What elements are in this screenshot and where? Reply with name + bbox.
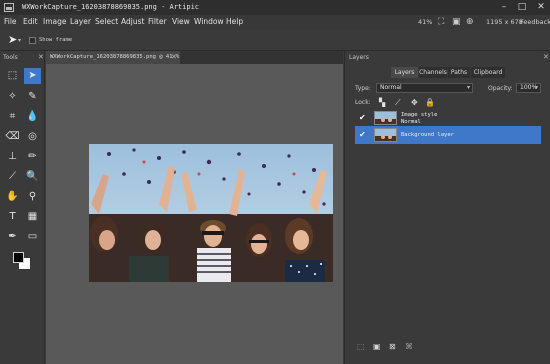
pencil-icon[interactable]: ✏ xyxy=(24,149,41,165)
eyedropper-icon[interactable]: ⟋ xyxy=(4,169,21,185)
menu-select[interactable]: Select xyxy=(95,17,118,26)
canvas-area[interactable] xyxy=(46,64,343,364)
zoom-in-icon[interactable]: ⊕ xyxy=(466,17,474,27)
blend-mode-value: Normal xyxy=(380,84,402,91)
app-window: WXWorkCapture_16203878869835.png - Artip… xyxy=(0,0,550,364)
feedback-link[interactable]: Feedback xyxy=(520,18,550,26)
menu-bar: File Edit Image Layer Select Adjust Filt… xyxy=(0,15,550,29)
new-layer-icon[interactable]: ⬚ xyxy=(357,342,365,351)
layer-thumbnail xyxy=(374,111,397,125)
tab-channels[interactable]: Channels xyxy=(419,67,447,78)
lock-move-icon[interactable]: ✥ xyxy=(411,98,418,107)
layer-row-background[interactable]: ✔ Background layer xyxy=(355,126,541,144)
layer-row-image-style[interactable]: ✔ Image style Normal xyxy=(355,109,541,127)
layers-panel-title: Layers xyxy=(349,54,369,61)
magic-wand-icon[interactable]: ✧ xyxy=(4,89,21,105)
lock-label: Lock: xyxy=(355,99,371,106)
rectangle-shape-icon[interactable]: ▭ xyxy=(24,229,41,245)
visibility-check-icon[interactable]: ✔ xyxy=(359,113,366,122)
party-confetti-photo xyxy=(89,144,333,282)
opacity-label: Opacity: xyxy=(488,85,513,92)
tab-layers[interactable]: Layers xyxy=(391,67,418,78)
blur-icon[interactable]: ◎ xyxy=(24,129,41,145)
menu-edit[interactable]: Edit xyxy=(23,17,38,26)
text-icon[interactable]: T xyxy=(4,209,21,225)
visibility-check-icon[interactable]: ✔ xyxy=(359,130,366,139)
drop-icon[interactable]: 💧 xyxy=(24,109,41,125)
lock-brush-icon[interactable]: ⟋ xyxy=(395,98,401,107)
delete-layer-icon[interactable]: ⊠ xyxy=(389,342,396,351)
stamp-icon[interactable]: ⊥ xyxy=(4,149,21,165)
layer-name: Image style xyxy=(401,112,438,118)
document-tab[interactable]: WXWorkCapture_16203878869835.png @ 41 % … xyxy=(46,51,180,64)
tools-title: Tools xyxy=(3,54,18,61)
move-tool-icon: ➤ xyxy=(8,33,18,46)
crop-icon[interactable]: ⌗ xyxy=(4,109,21,125)
menu-adjust[interactable]: Adjust xyxy=(121,17,144,26)
hand-icon[interactable]: ✋ xyxy=(4,189,21,205)
minimize-icon[interactable]: – xyxy=(498,2,510,13)
blend-mode-select[interactable]: Normal ▾ xyxy=(376,83,473,93)
menu-help[interactable]: Help xyxy=(226,17,243,26)
options-bar: ➤ ▾ Show frame xyxy=(0,29,550,51)
pen-icon[interactable]: ✒ xyxy=(4,229,21,245)
layer-thumbnail xyxy=(374,128,397,142)
document-tab-bar: WXWorkCapture_16203878869835.png @ 41 % … xyxy=(46,51,343,64)
new-group-icon[interactable]: ▣ xyxy=(373,342,381,351)
maximize-icon[interactable]: □ xyxy=(516,2,528,13)
tools-panel: Tools ✕ ⬚ ➤ ✧ ✎ ⌗ 💧 ⌫ ◎ ⊥ ✏ ⟋ 🔍 ✋ ⚲ T ▦ … xyxy=(0,51,45,364)
close-icon[interactable]: ✕ xyxy=(535,2,547,13)
show-frame-checkbox[interactable] xyxy=(29,37,36,44)
menu-file[interactable]: File xyxy=(4,17,17,26)
type-label: Type: xyxy=(355,85,371,92)
chevron-down-icon: ▾ xyxy=(534,84,538,91)
window-title: WXWorkCapture_16203878869835.png - Artip… xyxy=(22,3,200,11)
magnifier-icon[interactable]: ⚲ xyxy=(24,189,41,205)
layer-name: Background layer xyxy=(401,132,454,138)
show-frame-label: Show frame xyxy=(39,37,73,43)
chevron-down-icon: ▾ xyxy=(466,84,470,91)
menu-window[interactable]: Window xyxy=(194,17,224,26)
image-size: 1195 x 678 xyxy=(486,18,523,26)
menu-image[interactable]: Image xyxy=(43,17,67,26)
zoom-icon[interactable]: 🔍 xyxy=(24,169,41,185)
gradient-icon[interactable]: ▦ xyxy=(24,209,41,225)
layers-close-icon[interactable]: ✕ xyxy=(543,53,549,61)
attach-icon[interactable]: ⌘ xyxy=(405,342,413,351)
zoom-level: 41% xyxy=(418,18,433,26)
brush-icon[interactable]: ✎ xyxy=(24,89,41,105)
layer-mode: Normal xyxy=(401,119,421,125)
lock-all-icon[interactable]: 🔒 xyxy=(425,98,435,107)
menu-view[interactable]: View xyxy=(172,17,190,26)
lock-pixels-icon[interactable]: ▚ xyxy=(379,98,385,107)
layers-panel: Layers ✕ Layers Channels Paths Clipboard… xyxy=(344,51,550,364)
rect-marquee-icon[interactable]: ⬚ xyxy=(4,68,21,84)
document-tab-label: WXWorkCapture_16203878869835.png @ 41 % xyxy=(50,54,180,60)
foreground-color-swatch[interactable] xyxy=(13,252,24,263)
tab-close-icon[interactable]: ✕ xyxy=(171,53,177,61)
actual-size-icon[interactable]: ▣ xyxy=(452,17,461,27)
opacity-select[interactable]: 100% ▾ xyxy=(516,83,541,93)
move-arrow-icon[interactable]: ➤ xyxy=(24,68,41,84)
canvas-image[interactable] xyxy=(89,144,333,282)
tool-preset-caret-icon[interactable]: ▾ xyxy=(18,37,21,44)
tab-paths[interactable]: Paths xyxy=(448,67,470,78)
eraser-icon[interactable]: ⌫ xyxy=(4,129,21,145)
fit-screen-icon[interactable]: ⛶ xyxy=(438,17,444,27)
tools-close-icon[interactable]: ✕ xyxy=(38,53,44,61)
menu-filter[interactable]: Filter xyxy=(148,17,167,26)
tab-clipboard[interactable]: Clipboard xyxy=(471,67,505,78)
title-bar: WXWorkCapture_16203878869835.png - Artip… xyxy=(0,0,550,15)
menu-layer[interactable]: Layer xyxy=(70,17,91,26)
app-icon xyxy=(4,3,14,12)
